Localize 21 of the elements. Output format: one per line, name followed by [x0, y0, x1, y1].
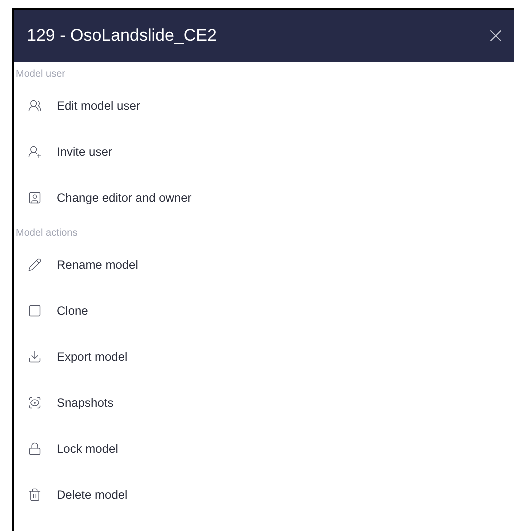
menu-item[interactable]: Snapshots: [14, 380, 514, 426]
section-heading: Model user: [15, 68, 66, 82]
menu-item[interactable]: Delete model: [14, 472, 514, 518]
users-icon: [28, 99, 42, 113]
menu-item[interactable]: Invite user: [14, 129, 514, 175]
user-frame-icon: [28, 191, 42, 205]
download-icon: [28, 350, 42, 364]
menu-item[interactable]: Clone: [14, 288, 514, 334]
user-plus-icon: [28, 145, 42, 159]
pencil-icon: [28, 258, 42, 272]
menu-item[interactable]: Export model: [14, 334, 514, 380]
section-heading: Model actions: [15, 227, 79, 241]
scan-icon: [28, 396, 42, 410]
trash-icon: [28, 488, 42, 502]
menu-item[interactable]: Lock model: [14, 426, 514, 472]
square-icon: [28, 304, 42, 318]
menu-item[interactable]: Rename model: [14, 242, 514, 288]
lock-icon: [28, 442, 42, 456]
panel-title: 129 - OsoLandslide_CE2: [27, 25, 217, 48]
menu-item[interactable]: Change editor and owner: [14, 175, 514, 221]
menu-item[interactable]: Edit model user: [14, 83, 514, 129]
